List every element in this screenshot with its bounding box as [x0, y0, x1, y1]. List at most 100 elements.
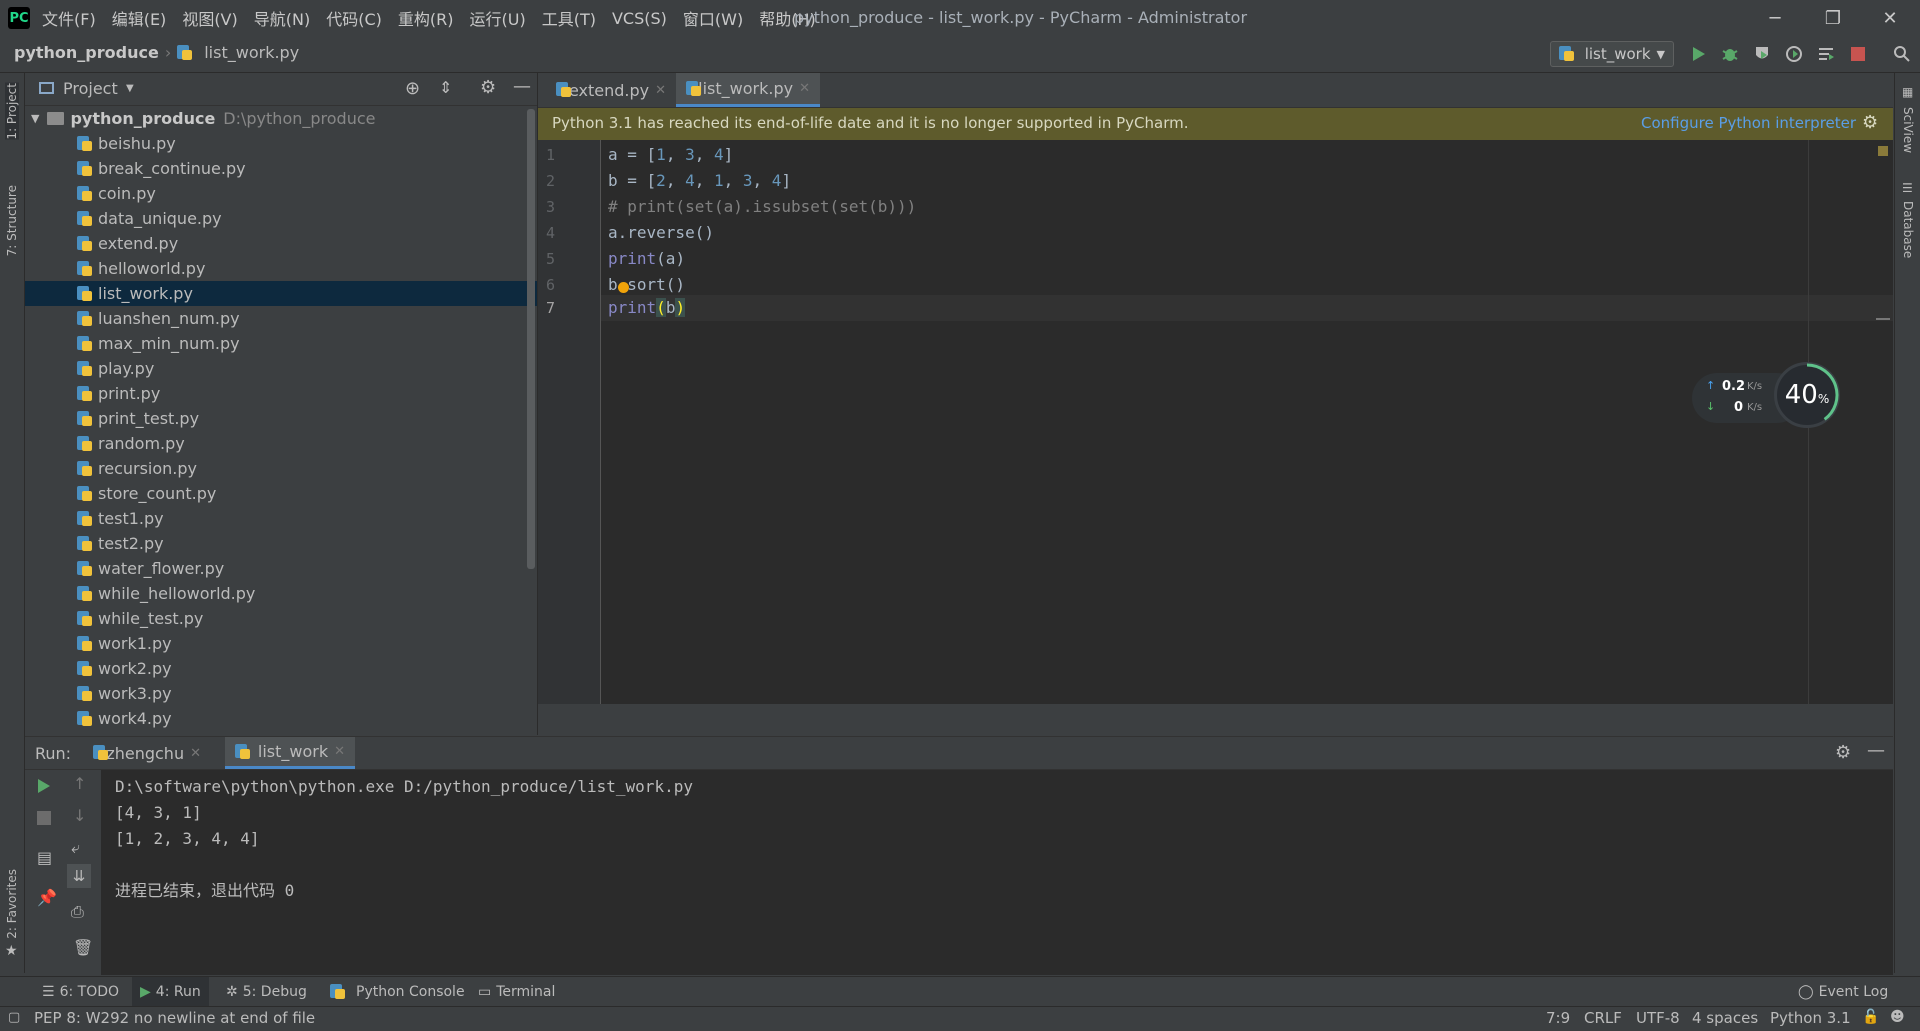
pin-icon[interactable]: 📌: [37, 888, 57, 907]
gear-icon[interactable]: ⚙: [480, 77, 496, 98]
run-tool-button[interactable]: ▶ 4: Run: [132, 977, 209, 1007]
scroll-to-end-icon[interactable]: ⇊: [67, 864, 91, 888]
stop-icon[interactable]: [37, 810, 51, 829]
menu-code[interactable]: 代码(C): [326, 6, 382, 30]
debug-tool-button[interactable]: ✲ 5: Debug: [218, 977, 315, 1007]
stop-icon[interactable]: [1846, 42, 1870, 66]
gear-icon[interactable]: ⚙: [1835, 742, 1851, 763]
inspection-status-icon[interactable]: [1878, 146, 1888, 156]
event-log-button[interactable]: ◯ Event Log: [1790, 977, 1896, 1007]
tree-file[interactable]: test1.py: [25, 506, 537, 531]
chevron-down-icon[interactable]: ▼: [126, 83, 134, 94]
status-toggle-icon[interactable]: ▢: [8, 1010, 20, 1025]
run-tab-list-work[interactable]: list_work ✕: [225, 737, 355, 769]
tree-file[interactable]: store_count.py: [25, 481, 537, 506]
tree-file[interactable]: extend.py: [25, 231, 537, 256]
inspector-icon[interactable]: ☻: [1890, 1009, 1905, 1025]
tree-file[interactable]: random.py: [25, 431, 537, 456]
gear-icon[interactable]: ⚙: [1862, 112, 1878, 133]
tree-file[interactable]: work4.py: [25, 706, 537, 731]
terminal-tool-button[interactable]: ▭ Terminal: [470, 977, 563, 1007]
expand-arrow-icon[interactable]: ▼: [31, 112, 39, 125]
tree-file[interactable]: print.py: [25, 381, 537, 406]
locate-icon[interactable]: ⊕: [405, 78, 420, 99]
project-view-select[interactable]: Project: [63, 79, 118, 98]
file-encoding[interactable]: UTF-8: [1636, 1009, 1680, 1027]
run-icon[interactable]: [1687, 42, 1711, 66]
profile-icon[interactable]: [1782, 42, 1806, 66]
minimize-button[interactable]: ─: [1747, 0, 1803, 36]
run-configuration-select[interactable]: list_work ▼: [1550, 41, 1674, 67]
line-separator[interactable]: CRLF: [1584, 1009, 1622, 1027]
tree-root[interactable]: ▼ python_produce D:\python_produce: [25, 106, 537, 131]
tree-file[interactable]: beishu.py: [25, 131, 537, 156]
close-tab-icon[interactable]: ✕: [334, 744, 345, 759]
python-interpreter[interactable]: Python 3.1: [1770, 1009, 1851, 1027]
configure-interpreter-link[interactable]: Configure Python interpreter: [1641, 114, 1856, 132]
menu-refactor[interactable]: 重构(R): [398, 6, 454, 30]
run-tab-zhengchu[interactable]: zhengchu ✕: [83, 737, 211, 769]
menu-file[interactable]: 文件(F): [42, 6, 96, 30]
tree-file[interactable]: work2.py: [25, 656, 537, 681]
breadcrumb-project[interactable]: python_produce: [14, 43, 159, 62]
tree-file[interactable]: test2.py: [25, 531, 537, 556]
restore-button[interactable]: ❐: [1805, 0, 1861, 36]
tree-file[interactable]: while_helloworld.py: [25, 581, 537, 606]
close-tab-icon[interactable]: ✕: [799, 81, 810, 96]
debug-icon[interactable]: [1718, 42, 1742, 66]
tree-file[interactable]: work1.py: [25, 631, 537, 656]
layout-icon[interactable]: ▤: [37, 848, 52, 867]
tree-file[interactable]: luanshen_num.py: [25, 306, 537, 331]
menu-edit[interactable]: 编辑(E): [112, 6, 167, 30]
tree-file[interactable]: while_test.py: [25, 606, 537, 631]
todo-tool-button[interactable]: ☰ 6: TODO: [34, 977, 127, 1007]
trash-icon[interactable]: 🗑: [73, 938, 93, 957]
tree-file[interactable]: water_flower.py: [25, 556, 537, 581]
error-stripe-marker[interactable]: [1876, 318, 1890, 320]
close-button[interactable]: ✕: [1862, 0, 1918, 36]
soft-wrap-icon[interactable]: ⤶: [71, 838, 80, 858]
hide-panel-icon[interactable]: —: [513, 76, 531, 97]
hide-panel-icon[interactable]: —: [1867, 740, 1885, 761]
build-icon[interactable]: [1814, 42, 1838, 66]
tree-file-selected[interactable]: list_work.py: [25, 281, 537, 306]
tree-file[interactable]: recursion.py: [25, 456, 537, 481]
breadcrumb-file[interactable]: list_work.py: [204, 43, 299, 62]
tab-list-work-py[interactable]: list_work.py ✕: [676, 73, 820, 107]
tree-file[interactable]: break_continue.py: [25, 156, 537, 181]
menu-vcs[interactable]: VCS(S): [612, 9, 667, 28]
lock-icon[interactable]: 🔓: [1862, 1009, 1879, 1025]
search-icon[interactable]: [1890, 42, 1914, 66]
menu-run[interactable]: 运行(U): [470, 6, 526, 30]
caret-position[interactable]: 7:9: [1546, 1009, 1570, 1027]
close-tab-icon[interactable]: ✕: [190, 746, 201, 761]
down-arrow-icon[interactable]: ↓: [73, 806, 86, 825]
menu-tools[interactable]: 工具(T): [542, 6, 596, 30]
tree-file[interactable]: helloworld.py: [25, 256, 537, 281]
tree-file[interactable]: data_unique.py: [25, 206, 537, 231]
intention-bulb-icon[interactable]: [618, 282, 629, 293]
coverage-icon[interactable]: [1750, 42, 1774, 66]
tree-file[interactable]: coin.py: [25, 181, 537, 206]
tree-file[interactable]: print_test.py: [25, 406, 537, 431]
tree-file[interactable]: play.py: [25, 356, 537, 381]
menu-navigate[interactable]: 导航(N): [254, 6, 310, 30]
tab-extend-py[interactable]: extend.py ✕: [546, 73, 676, 107]
rerun-icon[interactable]: [37, 778, 51, 798]
database-tool-tab[interactable]: Database: [1901, 201, 1915, 258]
python-console-tool-button[interactable]: Python Console: [322, 977, 473, 1007]
tree-file[interactable]: max_min_num.py: [25, 331, 537, 356]
sciview-tool-tab[interactable]: SciView: [1901, 107, 1915, 153]
project-tool-tab[interactable]: 1: Project: [5, 83, 19, 140]
favorites-tool-tab[interactable]: 2: Favorites: [5, 869, 19, 939]
code-editor[interactable]: 1 2 3 4 5 6 7 a = [1, 3, 4] b = [2, 4, 1…: [538, 140, 1893, 704]
close-tab-icon[interactable]: ✕: [655, 83, 666, 98]
indent-setting[interactable]: 4 spaces: [1692, 1009, 1758, 1027]
menu-view[interactable]: 视图(V): [182, 6, 237, 30]
up-arrow-icon[interactable]: ↑: [73, 774, 86, 793]
tree-file[interactable]: work3.py: [25, 681, 537, 706]
project-tree-scrollbar[interactable]: [527, 109, 535, 569]
menu-window[interactable]: 窗口(W): [683, 6, 743, 30]
collapse-all-icon[interactable]: ⇕: [439, 78, 452, 97]
structure-tool-tab[interactable]: 7: Structure: [5, 185, 19, 256]
